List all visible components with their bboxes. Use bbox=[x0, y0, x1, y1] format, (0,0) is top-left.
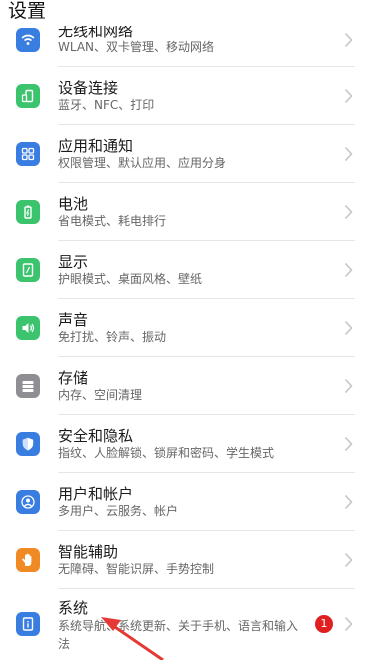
chevron-right-icon bbox=[344, 378, 353, 394]
settings-item-subtitle: 护眼模式、桌面风格、壁纸 bbox=[58, 272, 203, 286]
chevron-right-icon bbox=[344, 494, 353, 510]
wifi-icon bbox=[16, 28, 40, 52]
settings-item-subtitle: 内存、空间清理 bbox=[58, 388, 143, 402]
storage-icon bbox=[16, 374, 40, 398]
hand-icon bbox=[16, 548, 40, 572]
chevron-right-icon bbox=[344, 616, 353, 632]
settings-item-battery[interactable]: 电池 省电模式、耗电排行 bbox=[0, 183, 371, 241]
settings-item-subtitle: 免打扰、铃声、振动 bbox=[58, 330, 167, 344]
settings-item-subtitle: 省电模式、耗电排行 bbox=[58, 214, 167, 228]
settings-item-title: 声音 bbox=[58, 311, 89, 329]
settings-item-display[interactable]: 显示 护眼模式、桌面风格、壁纸 bbox=[0, 241, 371, 299]
chevron-right-icon bbox=[344, 204, 353, 220]
settings-item-subtitle: 指纹、人脸解锁、锁屏和密码、学生模式 bbox=[58, 446, 275, 460]
settings-item-title: 设备连接 bbox=[58, 79, 119, 97]
settings-item-title: 存储 bbox=[58, 369, 89, 387]
settings-item-device-connection[interactable]: 设备连接 蓝牙、NFC、打印 bbox=[0, 67, 371, 125]
settings-item-system[interactable]: 系统 系统导航、系统更新、关于手机、语言和输入法 1 bbox=[0, 589, 371, 660]
settings-item-subtitle: 权限管理、默认应用、应用分身 bbox=[58, 156, 227, 170]
system-info-icon bbox=[16, 612, 40, 636]
chevron-right-icon bbox=[344, 552, 353, 568]
settings-item-smart-assistance[interactable]: 智能辅助 无障碍、智能识屏、手势控制 bbox=[0, 531, 371, 589]
user-icon bbox=[16, 490, 40, 514]
settings-item-storage[interactable]: 存储 内存、空间清理 bbox=[0, 357, 371, 415]
settings-item-title: 电池 bbox=[58, 195, 89, 213]
chevron-right-icon bbox=[344, 320, 353, 336]
settings-item-title: 安全和隐私 bbox=[58, 427, 134, 445]
settings-item-subtitle: 系统导航、系统更新、关于手机、语言和输入法 bbox=[58, 619, 299, 651]
settings-item-subtitle: 多用户、云服务、帐户 bbox=[58, 504, 179, 518]
settings-item-subtitle: 无障碍、智能识屏、手势控制 bbox=[58, 562, 215, 576]
settings-item-subtitle: 蓝牙、NFC、打印 bbox=[58, 98, 155, 112]
settings-item-title: 智能辅助 bbox=[58, 543, 119, 561]
chevron-right-icon bbox=[344, 262, 353, 278]
settings-item-title: 用户和帐户 bbox=[58, 485, 134, 503]
chevron-right-icon bbox=[344, 146, 353, 162]
settings-item-users-accounts[interactable]: 用户和帐户 多用户、云服务、帐户 bbox=[0, 473, 371, 531]
settings-item-title: 显示 bbox=[58, 253, 89, 271]
page-title: 设置 bbox=[8, 0, 47, 22]
apps-grid-icon bbox=[16, 142, 40, 166]
shield-icon bbox=[16, 432, 40, 456]
speaker-icon bbox=[16, 316, 40, 340]
settings-item-title: 应用和通知 bbox=[58, 137, 134, 155]
battery-icon bbox=[16, 200, 40, 224]
chevron-right-icon bbox=[344, 436, 353, 452]
chevron-right-icon bbox=[344, 88, 353, 104]
settings-item-sound[interactable]: 声音 免打扰、铃声、振动 bbox=[0, 299, 371, 357]
settings-item-apps-notifications[interactable]: 应用和通知 权限管理、默认应用、应用分身 bbox=[0, 125, 371, 183]
chevron-right-icon bbox=[344, 32, 353, 48]
device-connect-icon bbox=[16, 84, 40, 108]
app-header: 设置 bbox=[0, 0, 371, 26]
settings-item-title: 系统 bbox=[58, 599, 89, 617]
settings-item-security-privacy[interactable]: 安全和隐私 指纹、人脸解锁、锁屏和密码、学生模式 bbox=[0, 415, 371, 473]
settings-item-subtitle: WLAN、双卡管理、移动网络 bbox=[58, 40, 215, 54]
notification-badge: 1 bbox=[315, 615, 333, 633]
display-icon bbox=[16, 258, 40, 282]
